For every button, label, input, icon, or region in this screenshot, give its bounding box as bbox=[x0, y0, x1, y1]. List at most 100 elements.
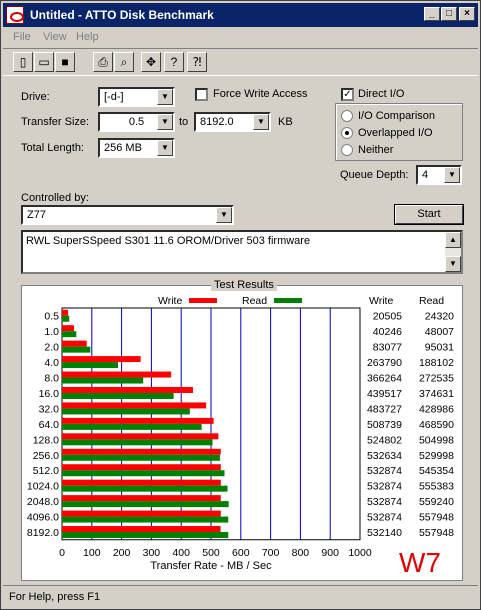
write-value: 524802 bbox=[367, 434, 402, 446]
print-preview-icon[interactable]: ⌕ bbox=[114, 52, 134, 72]
close-button[interactable]: × bbox=[459, 7, 475, 21]
scroll-down-icon[interactable]: ▼ bbox=[445, 256, 461, 272]
read-column-header: Read bbox=[419, 295, 444, 307]
x-tick-label: 300 bbox=[143, 547, 161, 559]
read-bar bbox=[62, 470, 225, 477]
read-bar bbox=[62, 315, 70, 322]
force-write-checkbox[interactable] bbox=[195, 88, 208, 101]
read-value: 557948 bbox=[419, 527, 454, 539]
force-write-label: Force Write Access bbox=[213, 88, 308, 100]
read-bar bbox=[62, 423, 202, 430]
write-bar bbox=[62, 371, 172, 378]
controlled-by-value: Z77 bbox=[27, 209, 46, 221]
write-bar bbox=[62, 495, 221, 502]
write-bar bbox=[62, 340, 87, 347]
minimize-button[interactable]: _ bbox=[424, 7, 440, 21]
read-bar bbox=[62, 485, 228, 492]
write-bar bbox=[62, 448, 221, 455]
drive-value: [-d-] bbox=[104, 91, 124, 103]
row-label: 1.0 bbox=[44, 326, 59, 338]
transfer-to-value: 8192.0 bbox=[200, 116, 234, 128]
x-tick-label: 100 bbox=[83, 547, 101, 559]
read-bar bbox=[62, 331, 77, 338]
chevron-down-icon[interactable]: ▼ bbox=[253, 114, 269, 130]
x-tick-label: 900 bbox=[321, 547, 339, 559]
chevron-down-icon[interactable]: ▼ bbox=[157, 140, 173, 156]
legend-read-swatch bbox=[274, 298, 302, 303]
row-label: 1024.0 bbox=[27, 481, 59, 493]
x-tick-label: 600 bbox=[232, 547, 250, 559]
queue-depth-label: Queue Depth: bbox=[340, 169, 409, 181]
menu-help[interactable]: Help bbox=[76, 31, 99, 43]
legend-read-label: Read bbox=[242, 295, 267, 307]
chevron-down-icon[interactable]: ▼ bbox=[444, 167, 460, 183]
legend-write-label: Write bbox=[158, 295, 182, 307]
direct-io-label: Direct I/O bbox=[358, 88, 405, 100]
menu-bar: File View Help bbox=[3, 28, 478, 46]
read-value: 529998 bbox=[419, 450, 454, 462]
read-value: 95031 bbox=[425, 342, 454, 354]
row-label: 2.0 bbox=[44, 342, 59, 354]
app-icon bbox=[6, 6, 24, 24]
queue-depth-value: 4 bbox=[422, 169, 429, 181]
write-bar bbox=[62, 510, 221, 517]
help-icon[interactable]: ? bbox=[164, 52, 184, 72]
controlled-by-select[interactable]: Z77 ▼ bbox=[21, 205, 234, 225]
menu-file[interactable]: File bbox=[13, 31, 31, 43]
context-help-icon[interactable]: ⁈ bbox=[187, 52, 207, 72]
io-comparison-radio[interactable] bbox=[341, 110, 353, 122]
save-icon[interactable]: ■ bbox=[55, 52, 75, 72]
description-box[interactable]: RWL SuperSSpeed S301 11.6 OROM/Driver 50… bbox=[21, 230, 463, 274]
scroll-up-icon[interactable]: ▲ bbox=[445, 232, 461, 248]
chevron-down-icon[interactable]: ▼ bbox=[216, 207, 232, 223]
start-button[interactable]: Start bbox=[394, 204, 464, 225]
write-value: 483727 bbox=[367, 403, 402, 415]
chevron-down-icon[interactable]: ▼ bbox=[157, 89, 173, 105]
chevron-down-icon[interactable]: ▼ bbox=[157, 114, 173, 130]
queue-depth-select[interactable]: 4 ▼ bbox=[416, 165, 462, 185]
row-label: 16.0 bbox=[39, 388, 60, 400]
write-bar bbox=[62, 417, 214, 424]
maximize-button[interactable]: □ bbox=[441, 7, 457, 21]
write-value: 83077 bbox=[373, 342, 402, 354]
write-value: 532874 bbox=[367, 465, 402, 477]
read-bar bbox=[62, 362, 119, 369]
read-bar bbox=[62, 516, 229, 523]
write-value: 532874 bbox=[367, 496, 402, 508]
row-label: 4.0 bbox=[44, 357, 59, 369]
write-bar bbox=[62, 526, 221, 533]
window-title: Untitled - ATTO Disk Benchmark bbox=[30, 8, 214, 22]
main-window: Untitled - ATTO Disk Benchmark _ □ × Fil… bbox=[0, 0, 481, 610]
move-icon[interactable]: ✥ bbox=[141, 52, 161, 72]
read-value: 557948 bbox=[419, 512, 454, 524]
total-length-select[interactable]: 256 MB ▼ bbox=[98, 138, 175, 158]
neither-radio[interactable] bbox=[341, 144, 353, 156]
x-axis-label: Transfer Rate - MB / Sec bbox=[150, 560, 272, 572]
overlapped-io-radio[interactable] bbox=[341, 127, 353, 139]
print-icon[interactable]: ⎙ bbox=[93, 52, 113, 72]
x-tick-label: 400 bbox=[172, 547, 190, 559]
transfer-size-to-select[interactable]: 8192.0 ▼ bbox=[194, 112, 271, 132]
test-results-panel: Test Results Write Read Write Read 0.5 20505 2… bbox=[21, 279, 463, 581]
menu-view[interactable]: View bbox=[43, 31, 67, 43]
new-file-icon[interactable]: ▯ bbox=[13, 52, 33, 72]
transfer-size-from-select[interactable]: 0.5 ▼ bbox=[98, 112, 175, 132]
toolbar: ▯ ▭ ■ ⎙ ⌕ ✥ ? ⁈ bbox=[3, 48, 478, 76]
read-bar bbox=[62, 377, 144, 384]
read-bar bbox=[62, 392, 174, 399]
open-folder-icon[interactable]: ▭ bbox=[34, 52, 54, 72]
write-value: 439517 bbox=[367, 388, 402, 400]
direct-io-checkbox[interactable]: ✓ bbox=[341, 88, 354, 101]
x-tick-label: 800 bbox=[292, 547, 310, 559]
total-length-value: 256 MB bbox=[104, 142, 142, 154]
write-bar bbox=[62, 325, 74, 332]
write-value: 532874 bbox=[367, 481, 402, 493]
transfer-from-value: 0.5 bbox=[128, 116, 145, 128]
status-text: For Help, press F1 bbox=[9, 591, 101, 603]
w7-overlay-text: W7 bbox=[399, 547, 441, 578]
description-scrollbar[interactable]: ▲ ▼ bbox=[445, 232, 461, 272]
read-value: 555383 bbox=[419, 481, 454, 493]
total-length-label: Total Length: bbox=[21, 142, 84, 154]
drive-select[interactable]: [-d-] ▼ bbox=[98, 87, 175, 107]
row-label: 8.0 bbox=[44, 373, 59, 385]
